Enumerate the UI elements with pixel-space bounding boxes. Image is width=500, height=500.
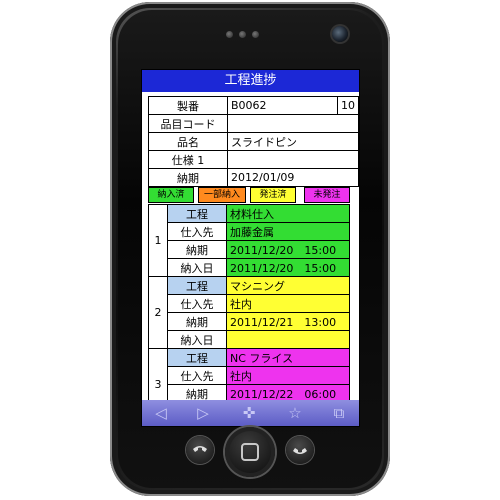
process-value[interactable]: 2011/12/20 15:00 (226, 240, 350, 259)
process-label: 仕入先 (167, 366, 227, 385)
process-index: 2 (148, 276, 168, 349)
header-label: 品目コード (148, 114, 228, 133)
header-value[interactable] (227, 114, 359, 133)
page-title: 工程進捗 (142, 70, 359, 92)
process-table: 1 工程 材料仕入 仕入先 加藤金属 納期 2011/12/20 15:00 納… (148, 204, 350, 421)
process-value[interactable]: 社内 (226, 366, 350, 385)
home-square-icon (241, 443, 259, 461)
legend-partial: 一部納入 (198, 187, 246, 203)
process-row: 仕入先 社内 (149, 366, 350, 385)
process-value[interactable]: マシニング (226, 276, 350, 295)
process-value[interactable]: 社内 (226, 294, 350, 313)
header-row: 仕様 1 (148, 150, 359, 169)
phone-call-icon (193, 446, 207, 452)
home-button[interactable] (225, 427, 275, 477)
process-row: 納入日 (149, 330, 350, 349)
add-icon[interactable]: ✜ (234, 402, 264, 424)
call-button[interactable] (186, 436, 214, 464)
speaker-grille (226, 31, 274, 39)
app-screen: 工程進捗 製番 B0062 10 品目コード 品名 スライドピン 仕様 1 納期… (141, 69, 360, 427)
process-row: 納期 2011/12/20 15:00 (149, 240, 350, 259)
legend-delivered: 納入済 (148, 187, 194, 203)
header-row: 品名 スライドピン (148, 132, 359, 151)
process-label: 納入日 (167, 330, 227, 349)
process-value[interactable] (226, 330, 350, 349)
process-value[interactable]: NC フライス (226, 348, 350, 367)
header-row: 製番 B0062 10 (148, 96, 359, 115)
header-value[interactable]: B0062 (227, 96, 338, 115)
end-call-button[interactable] (286, 436, 314, 464)
process-row: 納期 2011/12/21 13:00 (149, 312, 350, 331)
process-row: 1 工程 材料仕入 (148, 204, 350, 277)
process-value[interactable]: 加藤金属 (226, 222, 350, 241)
process-label: 工程 (167, 348, 227, 367)
header-label: 納期 (148, 168, 228, 187)
process-index: 1 (148, 204, 168, 277)
process-label: 工程 (167, 204, 227, 223)
windows-icon[interactable]: ⧉ (324, 402, 354, 424)
process-label: 納入日 (167, 258, 227, 277)
header-label: 品名 (148, 132, 228, 151)
process-row: 3 工程 NC フライス (148, 348, 350, 421)
header-label: 製番 (148, 96, 228, 115)
header-row: 品目コード (148, 114, 359, 133)
process-row: 仕入先 社内 (149, 294, 350, 313)
process-label: 工程 (167, 276, 227, 295)
process-value[interactable]: 2011/12/20 15:00 (226, 258, 350, 277)
process-label: 納期 (167, 240, 227, 259)
legend-ordered: 発注済 (250, 187, 296, 203)
header-value[interactable]: スライドピン (227, 132, 359, 151)
process-row: 納入日 2011/12/20 15:00 (149, 258, 350, 277)
header-value[interactable] (227, 150, 359, 169)
process-row: 仕入先 加藤金属 (149, 222, 350, 241)
back-arrow-icon[interactable]: ◁ (146, 402, 176, 424)
header-row: 納期 2012/01/09 (148, 168, 359, 187)
header-table: 製番 B0062 10 品目コード 品名 スライドピン 仕様 1 納期 2012… (148, 96, 359, 187)
process-value[interactable]: 材料仕入 (226, 204, 350, 223)
process-label: 仕入先 (167, 294, 227, 313)
header-extra-value[interactable]: 10 (337, 96, 359, 115)
forward-arrow-icon[interactable]: ▷ (188, 402, 218, 424)
header-value[interactable]: 2012/01/09 (227, 168, 359, 187)
process-label: 納期 (167, 312, 227, 331)
phone-hangup-icon (293, 448, 307, 454)
process-value[interactable]: 2011/12/21 13:00 (226, 312, 350, 331)
process-row: 2 工程 マシニング (148, 276, 350, 349)
front-camera-icon (332, 26, 348, 42)
legend-not-ordered: 未発注 (304, 187, 350, 203)
process-label: 仕入先 (167, 222, 227, 241)
header-label: 仕様 1 (148, 150, 228, 169)
bottom-toolbar: ◁ ▷ ✜ ☆ ⧉ (142, 400, 359, 426)
star-icon[interactable]: ☆ (280, 402, 310, 424)
